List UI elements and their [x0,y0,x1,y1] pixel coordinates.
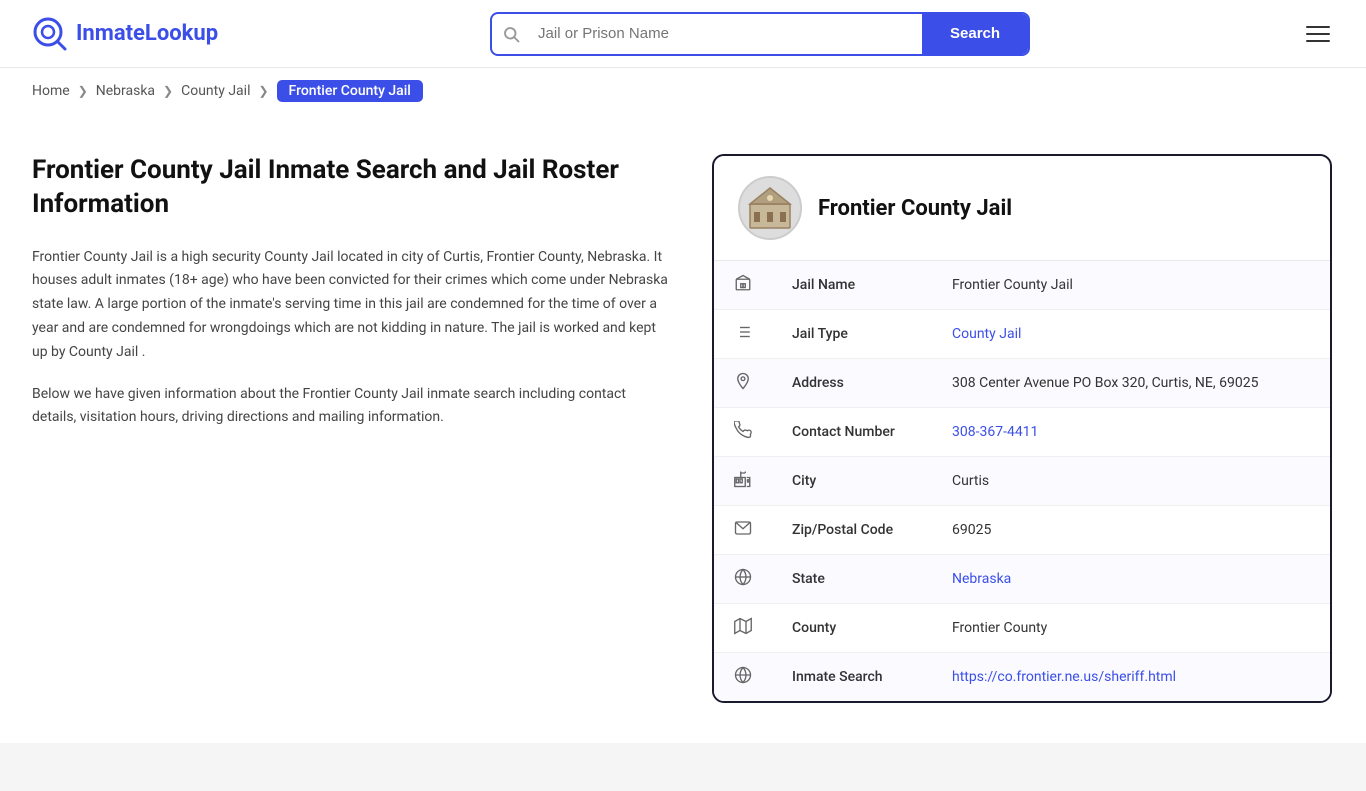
field-value: Frontier County [932,604,1330,653]
search-input[interactable] [530,14,922,54]
building-icon [714,261,772,310]
search-button[interactable]: Search [922,14,1028,54]
field-label: Inmate Search [772,653,932,702]
menu-button[interactable] [1302,22,1334,46]
menu-icon [1306,40,1330,42]
card-title: Frontier County Jail [818,196,1012,221]
phone-icon [714,408,772,457]
jail-building-icon [746,184,794,232]
table-row: CountyFrontier County [714,604,1330,653]
page-title: Frontier County Jail Inmate Search and J… [32,154,672,222]
field-value: 69025 [932,506,1330,555]
description-2: Below we have given information about th… [32,383,672,431]
field-label: Contact Number [772,408,932,457]
pin-icon [714,359,772,408]
field-link[interactable]: County Jail [952,326,1021,342]
field-value[interactable]: Nebraska [932,555,1330,604]
description-1: Frontier County Jail is a high security … [32,246,672,365]
table-row: Inmate Search https://co.frontier.ne.us/s… [714,653,1330,702]
table-row: Zip/Postal Code69025 [714,506,1330,555]
menu-icon [1306,26,1330,28]
main-content: Frontier County Jail Inmate Search and J… [0,114,1366,743]
footer [0,743,1366,791]
breadcrumb-sep-2: ❯ [163,84,173,98]
info-table: Jail NameFrontier County JailJail Type Co… [714,261,1330,701]
breadcrumb-state[interactable]: Nebraska [96,83,155,99]
field-label: Address [772,359,932,408]
map-icon [714,604,772,653]
field-label: County [772,604,932,653]
jail-avatar [738,176,802,240]
logo-icon [32,16,68,52]
field-label: Jail Type [772,310,932,359]
mail-icon [714,506,772,555]
field-label: State [772,555,932,604]
list-icon [714,310,772,359]
breadcrumb: Home ❯ Nebraska ❯ County Jail ❯ Frontier… [0,68,1366,114]
breadcrumb-home[interactable]: Home [32,83,70,99]
globe-icon [714,555,772,604]
city-icon [714,457,772,506]
table-row: Contact Number 308-367-4411 [714,408,1330,457]
field-label: Zip/Postal Code [772,506,932,555]
breadcrumb-current: Frontier County Jail [277,80,423,102]
table-row: CityCurtis [714,457,1330,506]
field-link[interactable]: https://co.frontier.ne.us/sheriff.html [952,669,1176,685]
logo[interactable]: InmateLookup [32,16,218,52]
field-link[interactable]: Nebraska [952,571,1011,587]
field-label: City [772,457,932,506]
breadcrumb-sep-1: ❯ [78,84,88,98]
search-icon [492,25,530,43]
field-value: Frontier County Jail [932,261,1330,310]
info-card: Frontier County Jail Jail NameFrontier C… [712,154,1332,703]
header: InmateLookup Search [0,0,1366,68]
field-value[interactable]: County Jail [932,310,1330,359]
search-bar: Search [490,12,1030,56]
table-row: Jail NameFrontier County Jail [714,261,1330,310]
field-value[interactable]: https://co.frontier.ne.us/sheriff.html [932,653,1330,702]
logo-text: InmateLookup [76,21,218,46]
menu-icon [1306,33,1330,35]
table-row: Address308 Center Avenue PO Box 320, Cur… [714,359,1330,408]
breadcrumb-sep-3: ❯ [258,84,268,98]
table-row: State Nebraska [714,555,1330,604]
field-value: 308 Center Avenue PO Box 320, Curtis, NE… [932,359,1330,408]
card-header: Frontier County Jail [714,156,1330,261]
left-panel: Frontier County Jail Inmate Search and J… [32,154,672,703]
field-link[interactable]: 308-367-4411 [952,424,1038,440]
field-value: Curtis [932,457,1330,506]
table-row: Jail Type County Jail [714,310,1330,359]
field-value[interactable]: 308-367-4411 [932,408,1330,457]
globe2-icon [714,653,772,702]
breadcrumb-type[interactable]: County Jail [181,83,250,99]
field-label: Jail Name [772,261,932,310]
